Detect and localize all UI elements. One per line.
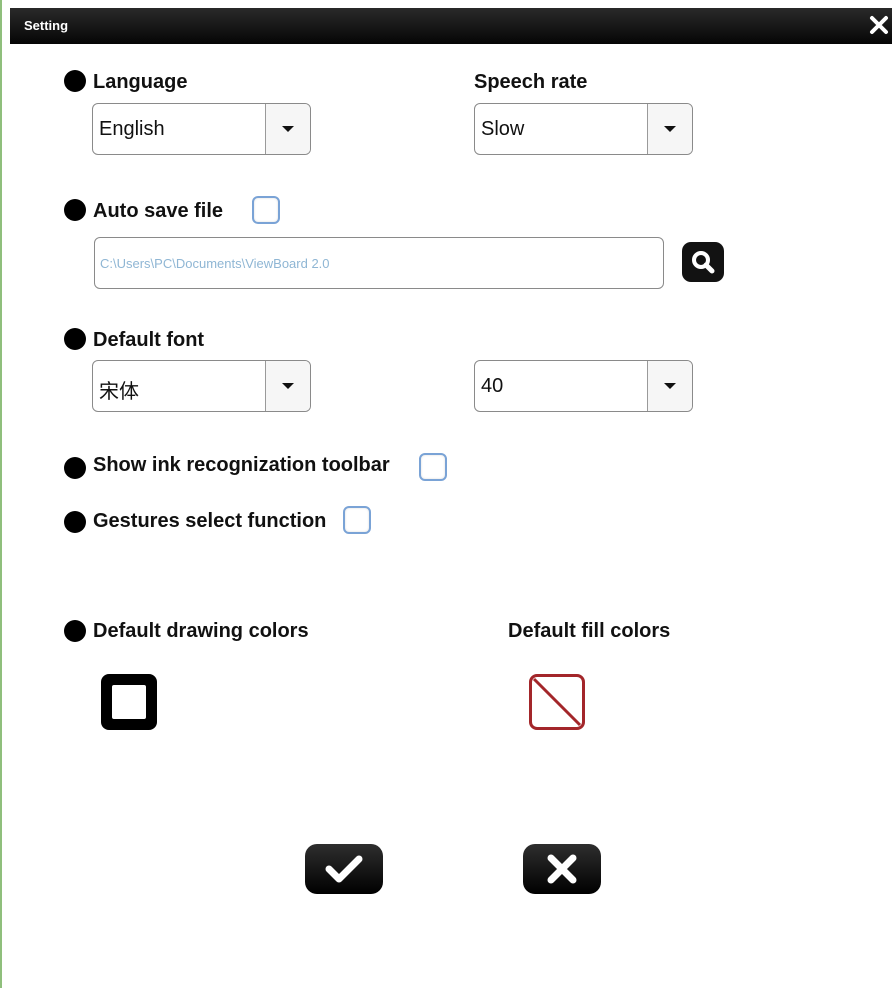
check-icon	[325, 855, 363, 883]
save-path-folder: ViewBoard 2.0	[245, 256, 330, 271]
close-icon	[547, 854, 577, 884]
save-path-prefix: C:\Users\PC\Documents\	[100, 256, 246, 271]
search-icon	[692, 251, 715, 274]
bullet-icon	[64, 328, 86, 350]
auto-save-checkbox[interactable]	[252, 196, 280, 224]
drawing-color-inner	[112, 685, 146, 719]
title-bar: Setting	[10, 8, 892, 44]
ink-toolbar-checkbox[interactable]	[419, 453, 447, 481]
bullet-icon	[64, 70, 86, 92]
default-font-label: Default font	[93, 329, 205, 351]
bullet-icon	[64, 511, 86, 533]
speech-rate-dropdown-arrow[interactable]	[647, 104, 692, 154]
font-family-value: 宋体	[99, 381, 139, 403]
bullet-icon	[64, 457, 86, 479]
close-icon[interactable]	[868, 14, 890, 36]
font-size-dropdown[interactable]: 40	[474, 360, 693, 412]
font-size-value: 40	[481, 375, 504, 397]
language-dropdown-arrow[interactable]	[265, 104, 310, 154]
save-path-field[interactable]: C:\Users\PC\Documents\ViewBoard 2.0	[94, 237, 664, 289]
bullet-icon	[64, 199, 86, 221]
window-title: Setting	[24, 18, 69, 33]
speech-rate-dropdown[interactable]: Slow	[474, 103, 693, 155]
speech-rate-label: Speech rate	[474, 71, 588, 93]
browse-button[interactable]	[682, 242, 724, 282]
gestures-checkbox[interactable]	[343, 506, 371, 534]
gestures-label: Gestures select function	[93, 510, 327, 532]
fill-colors-label: Default fill colors	[508, 620, 671, 642]
chevron-down-icon	[282, 126, 294, 132]
language-dropdown[interactable]: English	[92, 103, 311, 155]
settings-window: Setting Language English Speech rate Slo…	[0, 0, 892, 988]
chevron-down-icon	[664, 383, 676, 389]
cancel-button[interactable]	[523, 844, 601, 894]
language-value: English	[99, 118, 165, 140]
font-family-dropdown[interactable]: 宋体	[92, 360, 311, 412]
chevron-down-icon	[282, 383, 294, 389]
auto-save-label: Auto save file	[93, 200, 224, 222]
fill-color-swatch[interactable]	[529, 674, 585, 730]
language-label: Language	[93, 71, 188, 93]
speech-rate-value: Slow	[481, 118, 525, 140]
drawing-color-swatch[interactable]	[101, 674, 157, 730]
font-size-dropdown-arrow[interactable]	[647, 361, 692, 411]
bullet-icon	[64, 620, 86, 642]
font-family-dropdown-arrow[interactable]	[265, 361, 310, 411]
ok-button[interactable]	[305, 844, 383, 894]
drawing-colors-label: Default drawing colors	[93, 620, 309, 642]
chevron-down-icon	[664, 126, 676, 132]
no-fill-icon	[532, 677, 582, 727]
ink-toolbar-label: Show ink recognization toolbar	[93, 454, 390, 476]
save-path-value: C:\Users\PC\Documents\ViewBoard 2.0	[100, 256, 330, 271]
